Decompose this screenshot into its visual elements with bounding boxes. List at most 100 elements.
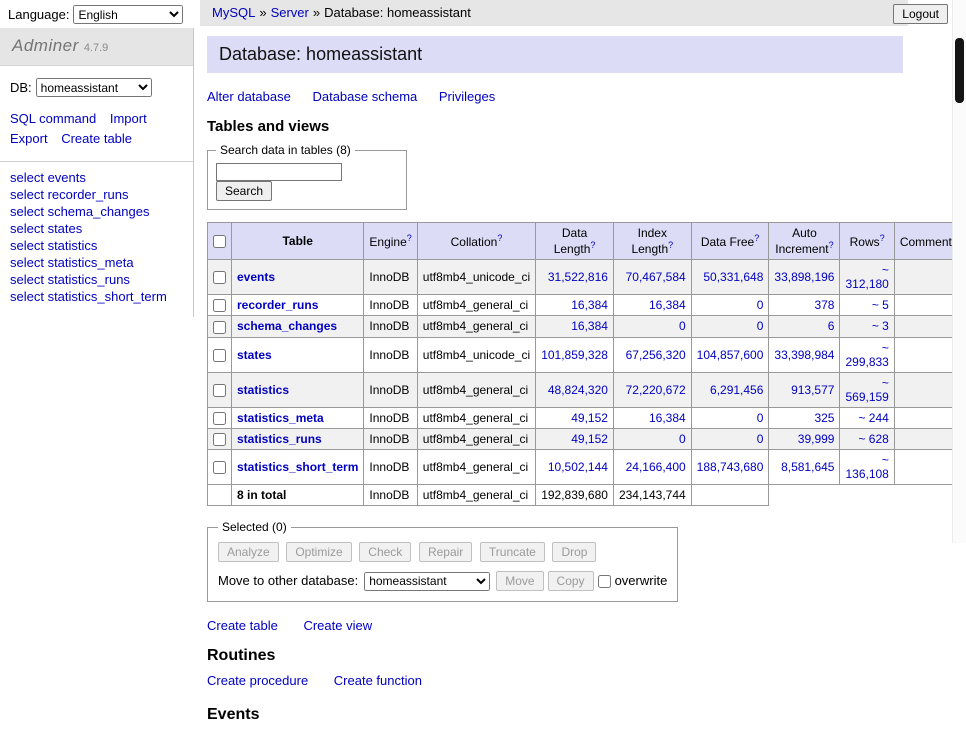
sidebar-link[interactable]: Export — [10, 131, 48, 146]
row-checkbox[interactable] — [213, 412, 226, 425]
table-name-link[interactable]: statistics_runs — [237, 432, 322, 446]
auto-increment-link[interactable]: 33,398,984 — [774, 348, 834, 362]
sidebar-table-select-link[interactable]: select schema_changes — [10, 204, 149, 219]
data-length-link[interactable]: 16,384 — [571, 319, 608, 333]
create-link[interactable]: Create table — [207, 618, 278, 633]
index-length-link[interactable]: 24,166,400 — [626, 460, 686, 474]
selected-action-button[interactable]: Optimize — [286, 542, 351, 562]
scrollbar-thumb[interactable] — [955, 38, 964, 103]
index-length-link[interactable]: 72,220,672 — [626, 383, 686, 397]
sidebar-table-select-link[interactable]: select statistics_short_term — [10, 289, 167, 304]
selected-action-button[interactable]: Drop — [552, 542, 596, 562]
index-length-link[interactable]: 0 — [679, 319, 686, 333]
selected-action-button[interactable]: Check — [359, 542, 411, 562]
breadcrumb-link-mysql[interactable]: MySQL — [212, 5, 255, 20]
rows-count-link[interactable]: ~ 312,180 — [845, 263, 888, 291]
help-icon[interactable]: ? — [880, 233, 885, 243]
help-icon[interactable]: ? — [590, 240, 595, 250]
rows-count-link[interactable]: ~ 5 — [872, 298, 889, 312]
breadcrumb-link-server[interactable]: Server — [271, 5, 309, 20]
routine-link[interactable]: Create procedure — [207, 673, 308, 688]
row-checkbox[interactable] — [213, 384, 226, 397]
data-free-link[interactable]: 0 — [757, 319, 764, 333]
data-length-link[interactable]: 48,824,320 — [548, 383, 608, 397]
row-checkbox[interactable] — [213, 299, 226, 312]
index-length-link[interactable]: 16,384 — [649, 411, 686, 425]
sidebar-table-select-link[interactable]: select statistics_runs — [10, 272, 130, 287]
sidebar-table-select-link[interactable]: select recorder_runs — [10, 187, 129, 202]
database-action-link[interactable]: Alter database — [207, 89, 291, 104]
search-input[interactable] — [216, 163, 342, 181]
table-name-link[interactable]: statistics_meta — [237, 411, 324, 425]
rows-count-link[interactable]: ~ 244 — [858, 411, 888, 425]
overwrite-checkbox[interactable] — [598, 575, 611, 588]
data-free-link[interactable]: 0 — [757, 411, 764, 425]
help-icon[interactable]: ? — [407, 233, 412, 243]
rows-count-link[interactable]: ~ 136,108 — [845, 453, 888, 481]
data-length-link[interactable]: 31,522,816 — [548, 270, 608, 284]
selected-action-button[interactable]: Truncate — [480, 542, 545, 562]
move-button[interactable]: Move — [496, 571, 543, 591]
data-free-link[interactable]: 6,291,456 — [710, 383, 763, 397]
search-button[interactable]: Search — [216, 181, 272, 201]
table-name-link[interactable]: events — [237, 270, 275, 284]
logout-button[interactable]: Logout — [893, 4, 948, 24]
row-checkbox[interactable] — [213, 271, 226, 284]
data-length-link[interactable]: 10,502,144 — [548, 460, 608, 474]
move-db-select[interactable]: homeassistant — [364, 572, 490, 591]
rows-count-link[interactable]: ~ 569,159 — [845, 376, 888, 404]
data-free-link[interactable]: 188,743,680 — [697, 460, 764, 474]
auto-increment-link[interactable]: 913,577 — [791, 383, 834, 397]
auto-increment-link[interactable]: 39,999 — [798, 432, 835, 446]
data-length-link[interactable]: 49,152 — [571, 432, 608, 446]
table-name-link[interactable]: statistics — [237, 383, 289, 397]
sidebar-link[interactable]: SQL command — [10, 111, 96, 126]
index-length-link[interactable]: 16,384 — [649, 298, 686, 312]
help-icon[interactable]: ? — [829, 240, 834, 250]
index-length-link[interactable]: 0 — [679, 432, 686, 446]
table-name-link[interactable]: states — [237, 348, 272, 362]
data-length-link[interactable]: 101,859,328 — [541, 348, 608, 362]
data-free-link[interactable]: 0 — [757, 298, 764, 312]
table-name-link[interactable]: recorder_runs — [237, 298, 318, 312]
sidebar-link[interactable]: Import — [110, 111, 147, 126]
auto-increment-link[interactable]: 6 — [828, 319, 835, 333]
help-icon[interactable]: ? — [497, 233, 502, 243]
selected-action-button[interactable]: Repair — [419, 542, 472, 562]
row-checkbox[interactable] — [213, 461, 226, 474]
auto-increment-link[interactable]: 33,898,196 — [774, 270, 834, 284]
auto-increment-link[interactable]: 325 — [814, 411, 834, 425]
select-all-checkbox[interactable] — [213, 235, 226, 248]
copy-button[interactable]: Copy — [548, 571, 594, 591]
routine-link[interactable]: Create function — [334, 673, 422, 688]
auto-increment-link[interactable]: 8,581,645 — [781, 460, 834, 474]
rows-count-link[interactable]: ~ 3 — [872, 319, 889, 333]
help-icon[interactable]: ? — [754, 233, 759, 243]
row-checkbox[interactable] — [213, 433, 226, 446]
rows-count-link[interactable]: ~ 299,833 — [845, 341, 888, 369]
sidebar-table-select-link[interactable]: select states — [10, 221, 82, 236]
sidebar-table-select-link[interactable]: select statistics_meta — [10, 255, 134, 270]
rows-count-link[interactable]: ~ 628 — [858, 432, 888, 446]
data-free-link[interactable]: 104,857,600 — [697, 348, 764, 362]
table-name-link[interactable]: statistics_short_term — [237, 460, 358, 474]
selected-action-button[interactable]: Analyze — [218, 542, 279, 562]
index-length-link[interactable]: 67,256,320 — [626, 348, 686, 362]
database-action-link[interactable]: Database schema — [312, 89, 417, 104]
create-link[interactable]: Create view — [303, 618, 372, 633]
data-length-link[interactable]: 16,384 — [571, 298, 608, 312]
language-select[interactable]: English — [73, 5, 183, 24]
auto-increment-link[interactable]: 378 — [814, 298, 834, 312]
data-free-link[interactable]: 50,331,648 — [703, 270, 763, 284]
data-free-link[interactable]: 0 — [757, 432, 764, 446]
row-checkbox[interactable] — [213, 349, 226, 362]
data-length-link[interactable]: 49,152 — [571, 411, 608, 425]
table-name-link[interactable]: schema_changes — [237, 319, 337, 333]
adminer-logo-link[interactable]: Adminer — [12, 36, 79, 55]
help-icon[interactable]: ? — [668, 240, 673, 250]
db-select[interactable]: homeassistant — [36, 78, 152, 97]
row-checkbox[interactable] — [213, 321, 226, 334]
database-action-link[interactable]: Privileges — [439, 89, 495, 104]
sidebar-link[interactable]: Create table — [61, 131, 132, 146]
sidebar-table-select-link[interactable]: select events — [10, 170, 86, 185]
